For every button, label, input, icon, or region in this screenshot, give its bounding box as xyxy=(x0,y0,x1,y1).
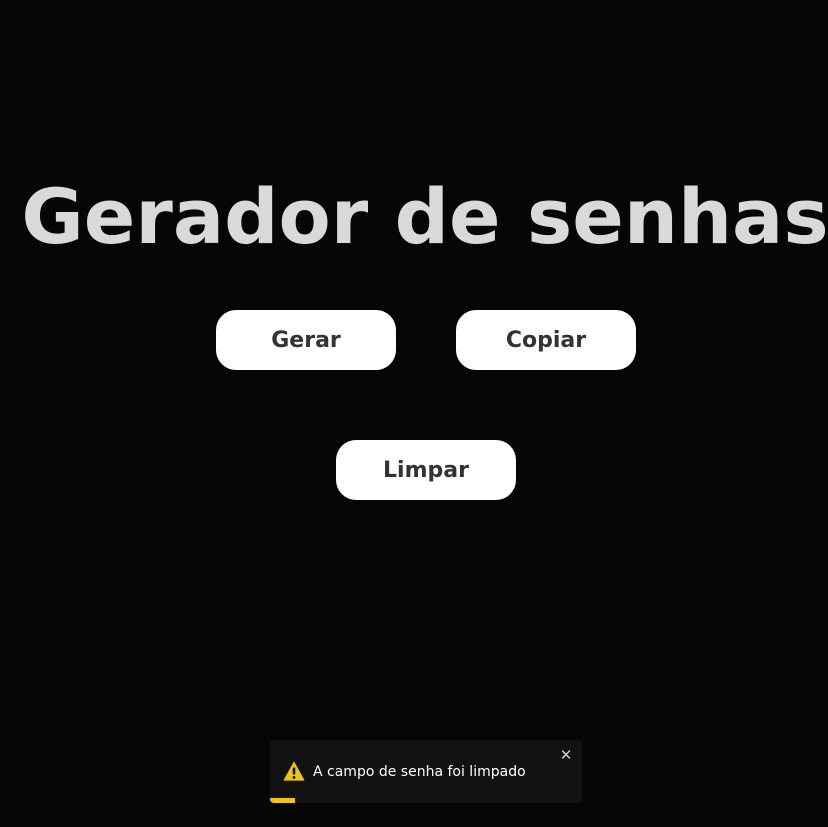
page-title: Gerador de senhas xyxy=(21,172,828,261)
toast-notification: A campo de senha foi limpado ✕ xyxy=(270,740,582,803)
page: Gerador de senhas Gerar Copiar Limpar A … xyxy=(0,0,828,827)
copy-button[interactable]: Copiar xyxy=(456,310,636,370)
clear-button[interactable]: Limpar xyxy=(336,440,516,500)
generate-button[interactable]: Gerar xyxy=(216,310,396,370)
toast-message: A campo de senha foi limpado xyxy=(313,764,526,780)
toast-progress-track xyxy=(270,798,582,803)
close-icon[interactable]: ✕ xyxy=(558,745,574,765)
toast-progress-bar xyxy=(270,798,295,803)
warning-icon xyxy=(283,761,305,781)
